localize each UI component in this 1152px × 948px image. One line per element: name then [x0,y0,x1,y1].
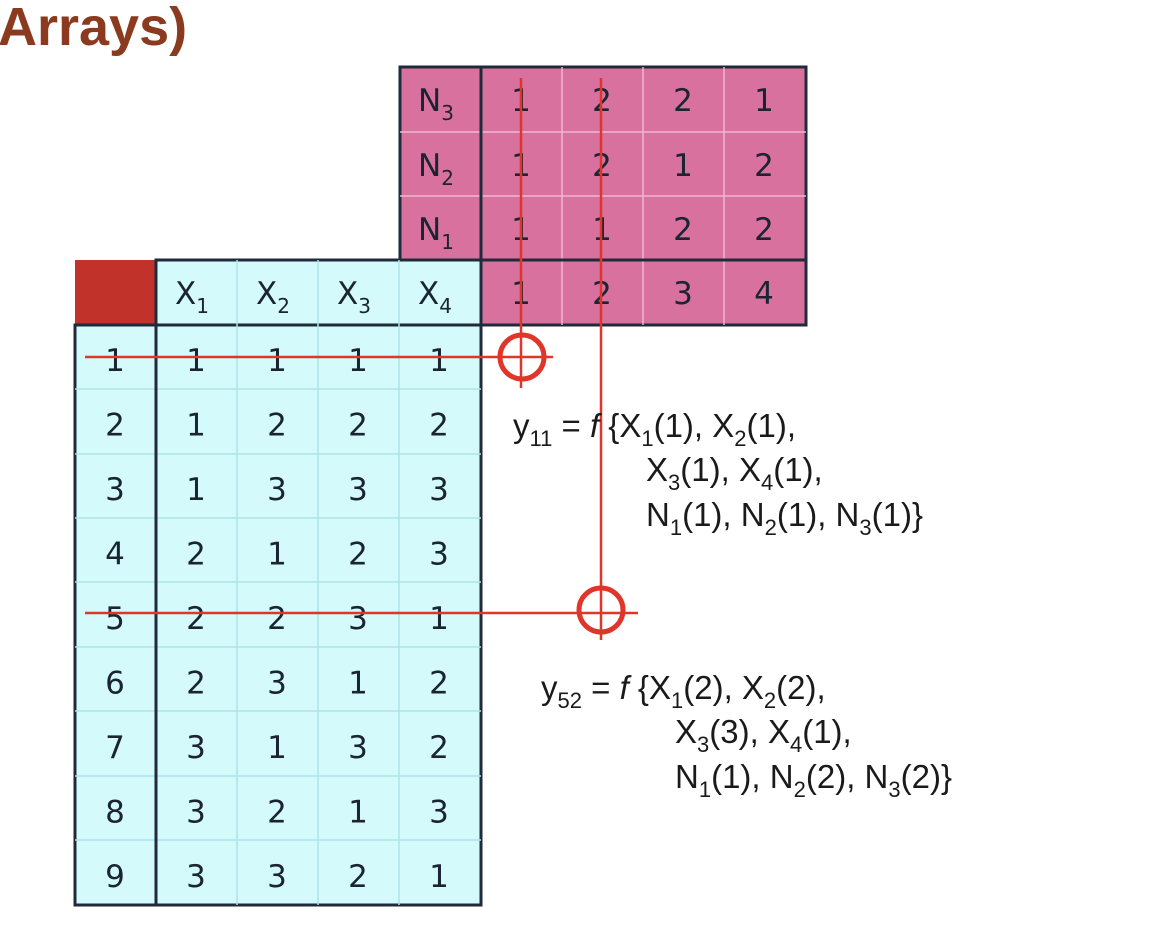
inner-cell: 1 [186,472,206,508]
outer-cell: 1 [754,83,774,119]
inner-cell: 2 [267,601,287,637]
inner-run-number: 2 [105,408,125,444]
inner-cell: 3 [267,859,287,895]
inner-run-number: 4 [105,537,125,573]
inner-run-number: 9 [105,859,125,895]
svg-text:N1(1), N2(2), N3(2)}: N1(1), N2(2), N3(2)} [675,758,952,802]
formula-y52: y52 = f {X1(2), X2(2), X3(3), X4(1), N1(… [541,669,952,802]
inner-cell: 3 [429,795,449,831]
inner-cell: 3 [348,472,368,508]
svg-text:y52 = f {X1(2), X2(2),: y52 = f {X1(2), X2(2), [541,669,826,713]
inner-cell: 2 [186,601,206,637]
inner-cell: 2 [186,537,206,573]
inner-cell: 2 [186,666,206,702]
inner-run-number: 3 [105,472,125,508]
inner-cell: 1 [267,537,287,573]
inner-cell: 3 [348,601,368,637]
inner-cell: 1 [267,730,287,766]
svg-text:X3(1), X4(1),: X3(1), X4(1), [646,451,823,495]
inner-cell: 3 [429,537,449,573]
inner-cell: 2 [429,730,449,766]
inner-cell: 2 [429,666,449,702]
corner-block [75,260,156,325]
svg-text:X3(3), X4(1),: X3(3), X4(1), [675,713,852,757]
svg-text:y11 = f {X1(1), X2(1),: y11 = f {X1(1), X2(1), [513,407,796,451]
inner-cell: 3 [267,666,287,702]
inner-cell: 1 [348,666,368,702]
inner-run-number: 1 [105,343,125,379]
inner-run-number: 6 [105,666,125,702]
inner-cell: 3 [186,859,206,895]
outer-run-number: 3 [673,276,693,312]
inner-cell: 1 [186,408,206,444]
formula-y11: y11 = f {X1(1), X2(1), X3(1), X4(1), N1(… [513,407,923,540]
inner-cell: 1 [429,859,449,895]
inner-cell: 2 [348,859,368,895]
inner-cell: 2 [429,408,449,444]
crossed-array-diagram: N3 N2 N1 1 2 2 1 1 2 1 2 1 1 2 2 1 2 3 4… [73,65,952,907]
inner-run-number: 7 [105,730,125,766]
inner-cell: 2 [267,795,287,831]
inner-cell: 3 [429,472,449,508]
inner-cell: 3 [186,795,206,831]
inner-cell: 1 [186,343,206,379]
inner-cell: 3 [267,472,287,508]
outer-cell: 1 [673,148,693,184]
inner-run-number: 5 [105,601,125,637]
inner-cell: 1 [267,343,287,379]
inner-cell: 3 [348,730,368,766]
outer-cell: 2 [673,83,693,119]
inner-cell: 1 [348,795,368,831]
inner-run-number: 8 [105,795,125,831]
outer-cell: 2 [754,148,774,184]
inner-cell: 1 [348,343,368,379]
inner-cell: 1 [429,343,449,379]
inner-cell: 2 [348,408,368,444]
inner-cell: 2 [348,537,368,573]
inner-cell: 1 [429,601,449,637]
inner-cell: 2 [267,408,287,444]
outer-cell: 2 [754,212,774,248]
outer-run-number: 4 [754,276,774,312]
outer-cell: 2 [673,212,693,248]
svg-text:N1(1), N2(1), N3(1)}: N1(1), N2(1), N3(1)} [646,496,923,540]
inner-cell: 3 [186,730,206,766]
